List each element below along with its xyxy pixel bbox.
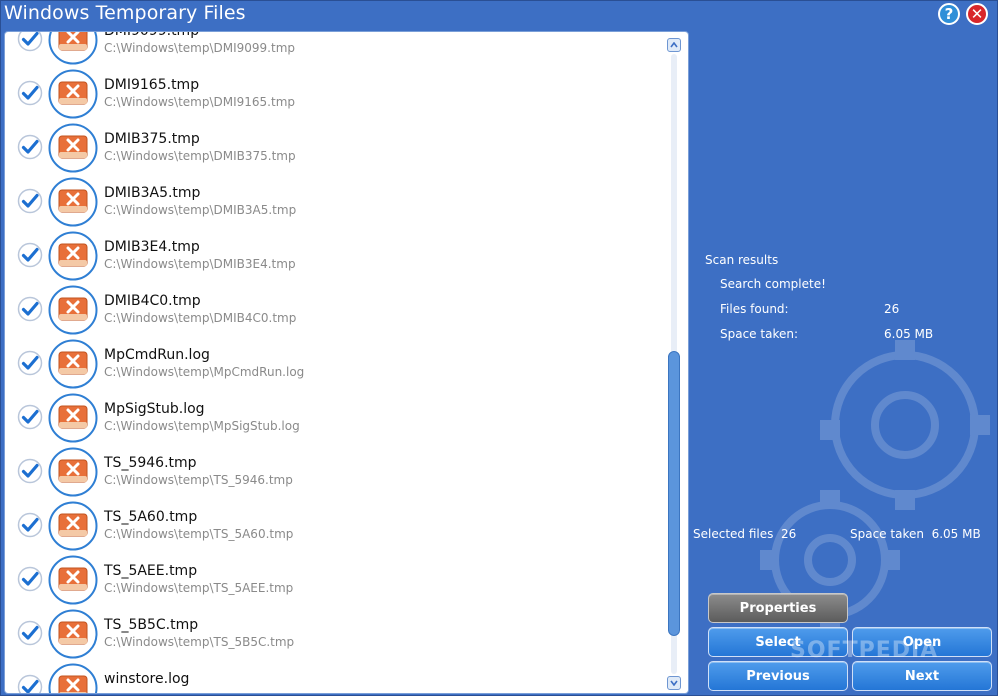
checkbox-checked-icon[interactable] bbox=[17, 134, 43, 160]
checkbox-checked-icon[interactable] bbox=[17, 242, 43, 268]
previous-button[interactable]: Previous bbox=[708, 661, 848, 691]
checkbox-checked-icon[interactable] bbox=[17, 350, 43, 376]
softpedia-watermark: SOFTPEDIA bbox=[790, 638, 939, 663]
file-path: C:\Windows\temp\TS_5946.tmp bbox=[104, 473, 293, 487]
file-path: C:\Windows\temp\TS_5AEE.tmp bbox=[104, 581, 294, 595]
scroll-down-button[interactable] bbox=[667, 676, 681, 690]
temp-file-icon bbox=[48, 447, 98, 497]
file-row[interactable]: winstore.log bbox=[5, 661, 665, 694]
scan-status: Search complete! bbox=[720, 277, 826, 291]
chevron-down-icon bbox=[670, 680, 678, 686]
selected-files-summary: Selected files 26 bbox=[693, 527, 796, 541]
temp-file-icon bbox=[48, 609, 98, 659]
file-rows: DMI9099.tmp C:\Windows\temp\DMI9099.tmp DM… bbox=[5, 31, 665, 694]
file-row[interactable]: TS_5A60.tmp C:\Windows\temp\TS_5A60.tmp bbox=[5, 499, 665, 553]
temp-file-icon bbox=[48, 177, 98, 227]
temp-file-icon bbox=[48, 69, 98, 119]
file-row[interactable]: DMIB3E4.tmp C:\Windows\temp\DMIB3E4.tmp bbox=[5, 229, 665, 283]
checkbox-checked-icon[interactable] bbox=[17, 512, 43, 538]
space-taken-label: Space taken: bbox=[720, 327, 798, 341]
file-row[interactable]: TS_5B5C.tmp C:\Windows\temp\TS_5B5C.tmp bbox=[5, 607, 665, 661]
file-row[interactable]: MpCmdRun.log C:\Windows\temp\MpCmdRun.log bbox=[5, 337, 665, 391]
scroll-up-button[interactable] bbox=[667, 38, 681, 52]
temp-file-icon bbox=[48, 663, 98, 693]
selected-files-value: 26 bbox=[781, 527, 797, 541]
file-path: C:\Windows\temp\DMI9165.tmp bbox=[104, 95, 296, 109]
gear-watermark-icon bbox=[760, 340, 990, 630]
files-found-value: 26 bbox=[884, 302, 900, 316]
temp-file-icon bbox=[48, 32, 98, 65]
file-name: MpSigStub.log bbox=[104, 401, 205, 417]
file-name: TS_5B5C.tmp bbox=[104, 617, 199, 633]
temp-file-icon bbox=[48, 123, 98, 173]
temp-file-icon bbox=[48, 231, 98, 281]
file-row[interactable]: TS_5946.tmp C:\Windows\temp\TS_5946.tmp bbox=[5, 445, 665, 499]
file-path: C:\Windows\temp\DMIB375.tmp bbox=[104, 149, 296, 163]
chevron-up-icon bbox=[670, 42, 678, 48]
space-taken-value: 6.05 MB bbox=[884, 327, 934, 341]
summary-space-value: 6.05 MB bbox=[931, 527, 981, 541]
file-list[interactable]: DMI9099.tmp C:\Windows\temp\DMI9099.tmp DM… bbox=[4, 31, 689, 694]
file-row[interactable]: TS_5AEE.tmp C:\Windows\temp\TS_5AEE.tmp bbox=[5, 553, 665, 607]
question-icon: ? bbox=[944, 5, 954, 23]
checkbox-checked-icon[interactable] bbox=[17, 458, 43, 484]
close-icon: ✕ bbox=[970, 5, 984, 23]
file-name: DMIB4C0.tmp bbox=[104, 293, 201, 309]
file-path: C:\Windows\temp\MpCmdRun.log bbox=[104, 365, 305, 379]
scan-results-heading: Scan results bbox=[705, 253, 779, 267]
scrollbar[interactable] bbox=[667, 38, 681, 690]
checkbox-checked-icon[interactable] bbox=[17, 674, 43, 694]
file-row[interactable]: MpSigStub.log C:\Windows\temp\MpSigStub.l… bbox=[5, 391, 665, 445]
file-name: DMIB375.tmp bbox=[104, 131, 200, 147]
file-row[interactable]: DMIB375.tmp C:\Windows\temp\DMIB375.tmp bbox=[5, 121, 665, 175]
file-path: C:\Windows\temp\TS_5B5C.tmp bbox=[104, 635, 295, 649]
checkbox-checked-icon[interactable] bbox=[17, 31, 43, 52]
properties-button[interactable]: Properties bbox=[708, 593, 848, 623]
file-path: C:\Windows\temp\DMIB4C0.tmp bbox=[104, 311, 297, 325]
summary-space-label: Space taken bbox=[850, 527, 924, 541]
temp-file-icon bbox=[48, 285, 98, 335]
close-button[interactable]: ✕ bbox=[966, 3, 988, 25]
file-path: C:\Windows\temp\MpSigStub.log bbox=[104, 419, 300, 433]
file-name: DMIB3A5.tmp bbox=[104, 185, 201, 201]
temp-file-icon bbox=[48, 393, 98, 443]
file-path: C:\Windows\temp\DMI9099.tmp bbox=[104, 41, 296, 55]
file-row[interactable]: DMI9165.tmp C:\Windows\temp\DMI9165.tmp bbox=[5, 67, 665, 121]
file-path: C:\Windows\temp\DMIB3E4.tmp bbox=[104, 257, 296, 271]
selected-files-label: Selected files bbox=[693, 527, 774, 541]
file-path: C:\Windows\temp\TS_5A60.tmp bbox=[104, 527, 294, 541]
file-name: MpCmdRun.log bbox=[104, 347, 210, 363]
file-path: C:\Windows\temp\DMIB3A5.tmp bbox=[104, 203, 297, 217]
space-taken-summary: Space taken 6.05 MB bbox=[850, 527, 981, 541]
file-name: DMI9099.tmp bbox=[104, 31, 200, 39]
checkbox-checked-icon[interactable] bbox=[17, 296, 43, 322]
file-name: TS_5A60.tmp bbox=[104, 509, 198, 525]
temp-file-icon bbox=[48, 501, 98, 551]
window-title: Windows Temporary Files bbox=[4, 2, 246, 24]
temp-file-icon bbox=[48, 555, 98, 605]
file-row[interactable]: DMIB4C0.tmp C:\Windows\temp\DMIB4C0.tmp bbox=[5, 283, 665, 337]
file-name: DMIB3E4.tmp bbox=[104, 239, 200, 255]
checkbox-checked-icon[interactable] bbox=[17, 566, 43, 592]
files-found-label: Files found: bbox=[720, 302, 789, 316]
next-button[interactable]: Next bbox=[852, 661, 992, 691]
file-name: winstore.log bbox=[104, 671, 190, 687]
checkbox-checked-icon[interactable] bbox=[17, 80, 43, 106]
file-row[interactable]: DMI9099.tmp C:\Windows\temp\DMI9099.tmp bbox=[5, 31, 665, 67]
file-name: TS_5946.tmp bbox=[104, 455, 197, 471]
temp-file-icon bbox=[48, 339, 98, 389]
checkbox-checked-icon[interactable] bbox=[17, 404, 43, 430]
file-name: DMI9165.tmp bbox=[104, 77, 200, 93]
scrollbar-thumb[interactable] bbox=[668, 351, 680, 636]
file-row[interactable]: DMIB3A5.tmp C:\Windows\temp\DMIB3A5.tmp bbox=[5, 175, 665, 229]
help-button[interactable]: ? bbox=[938, 3, 960, 25]
checkbox-checked-icon[interactable] bbox=[17, 188, 43, 214]
checkbox-checked-icon[interactable] bbox=[17, 620, 43, 646]
file-name: TS_5AEE.tmp bbox=[104, 563, 198, 579]
